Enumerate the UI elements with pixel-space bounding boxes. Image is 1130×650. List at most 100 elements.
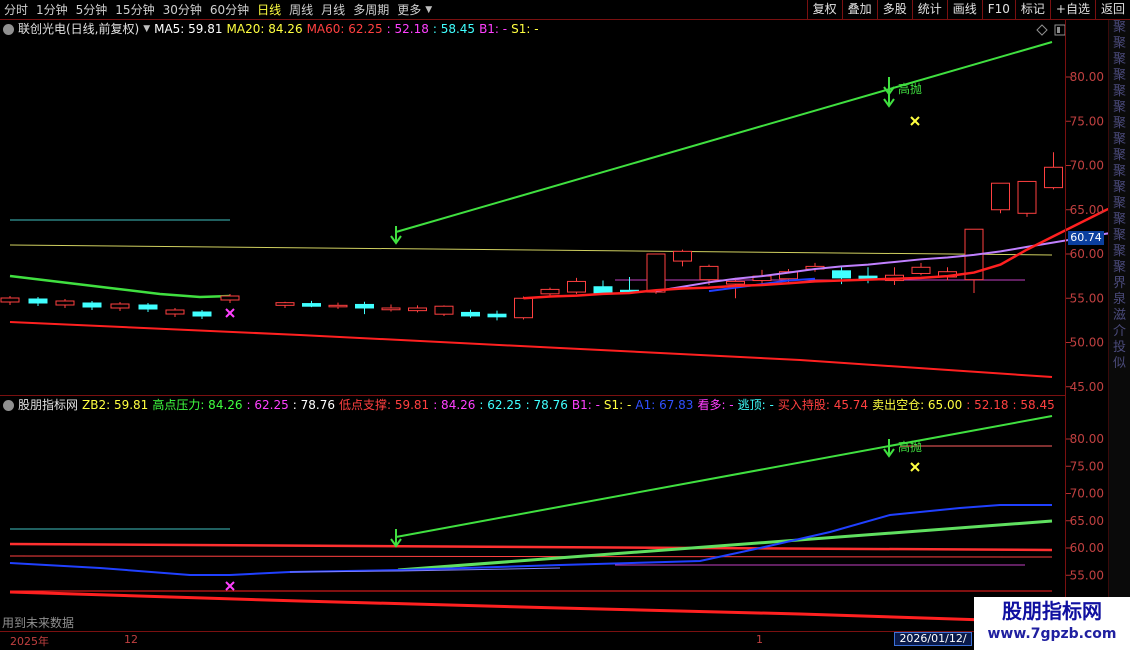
sub-y-tick-label: 65.00 <box>1070 514 1104 528</box>
candle-body <box>1044 166 1063 189</box>
ma-line-purple <box>289 567 561 573</box>
main-indicator-6: S1: - <box>511 22 539 36</box>
tab-2[interactable]: 5分钟 <box>72 0 112 20</box>
tab-3[interactable]: 15分钟 <box>111 0 158 20</box>
level-line-red <box>9 555 1053 558</box>
chevron-down-icon[interactable]: ▼ <box>143 20 150 38</box>
tool-button-2[interactable]: 多股 <box>876 0 912 20</box>
side-panel-char: 聚 <box>1112 212 1126 227</box>
sell-cross-icon <box>910 116 920 126</box>
candle-body <box>28 298 48 304</box>
sub-indicator-0: ZB2: 59.81 <box>82 398 149 412</box>
right-tools: 复权 叠加 多股 统计 画线 F10 标记 +自选 返回 <box>806 0 1130 20</box>
tab-5[interactable]: 60分钟 <box>206 0 253 20</box>
future-data-note: 用到未来数据 <box>2 616 75 630</box>
gear-icon[interactable] <box>3 399 14 411</box>
tab-10[interactable]: 更多 <box>393 0 425 20</box>
tab-8[interactable]: 月线 <box>317 0 349 20</box>
gear-icon[interactable] <box>3 23 14 35</box>
side-panel-char: 聚 <box>1112 164 1126 179</box>
sub-indicator-4: 低点支撑: 59.81 <box>338 398 430 412</box>
diamond-icon <box>1036 24 1048 36</box>
axis-divider <box>1065 20 1066 631</box>
cross-stroke <box>910 116 920 126</box>
tool-button-8[interactable]: 返回 <box>1094 0 1130 20</box>
candle-body <box>220 295 240 301</box>
tool-button-3[interactable]: 统计 <box>911 0 947 20</box>
candle-body <box>646 253 666 293</box>
candle-body <box>779 271 798 280</box>
right-side-panel[interactable]: 聚聚聚聚聚聚聚聚聚聚聚聚聚聚聚聚界泉滋介投似 <box>1108 20 1130 630</box>
cursor-date: 2026/01/12/— <box>894 632 972 650</box>
tab-6[interactable]: 日线 <box>253 0 285 20</box>
side-panel-char: 滋 <box>1112 308 1126 323</box>
sub-y-tick-label: 55.00 <box>1070 568 1104 582</box>
chevron-down-icon[interactable]: ▼ <box>425 5 432 15</box>
side-panel-char: 投 <box>1112 340 1126 355</box>
tool-button-1[interactable]: 叠加 <box>841 0 877 20</box>
tab-4[interactable]: 30分钟 <box>159 0 206 20</box>
ma-line-yellow <box>9 244 1053 256</box>
tab-1[interactable]: 1分钟 <box>32 0 72 20</box>
tab-0[interactable]: 分时 <box>0 0 32 20</box>
support-line-red <box>9 590 986 622</box>
tool-button-5[interactable]: F10 <box>981 0 1015 20</box>
down-arrow-icon <box>390 529 402 548</box>
support-line-red <box>9 321 1053 378</box>
zb-line-red <box>9 542 1053 552</box>
candle-body <box>461 311 480 317</box>
tool-button-4[interactable]: 画线 <box>946 0 982 20</box>
buy-cross-icon <box>225 581 235 591</box>
tool-button-6[interactable]: 标记 <box>1014 0 1050 20</box>
sub-indicator-14: 卖出空仓: 65.00 <box>872 398 963 412</box>
candle-body <box>1017 180 1037 214</box>
main-indicator-1: MA20: 84.26 <box>226 22 303 36</box>
side-panel-char: 聚 <box>1112 228 1126 243</box>
sub-indicator-9: S1: - <box>603 398 632 412</box>
sub-indicator-6: : 62.25 <box>479 398 522 412</box>
cross-stroke <box>910 462 920 472</box>
sub-indicator-10: A1: 67.83 <box>635 398 694 412</box>
cross-stroke <box>225 581 235 591</box>
candle-body <box>964 228 984 281</box>
side-panel-char: 界 <box>1112 276 1126 291</box>
sub-y-tick-label: 60.00 <box>1070 541 1104 555</box>
buy-cross-icon <box>225 308 235 318</box>
candle-body <box>911 266 931 274</box>
side-panel-char: 聚 <box>1112 36 1126 51</box>
candle-body <box>165 309 185 315</box>
side-panel-char: 聚 <box>1112 84 1126 99</box>
candle-body <box>567 280 586 293</box>
main-chart-title: 联创光电(日线,前复权) <box>18 22 140 36</box>
main-y-tick-label: 75.00 <box>1070 114 1104 128</box>
side-panel-char: 聚 <box>1112 68 1126 83</box>
candle-body <box>858 275 878 280</box>
tab-9[interactable]: 多周期 <box>349 0 393 20</box>
ma-line-purple <box>655 229 1130 293</box>
side-panel-char: 聚 <box>1112 52 1126 67</box>
chart-canvas[interactable]: 高抛 高抛 80.00 75.00 70.00 65.00 60.00 55.00 50.0… <box>0 0 1130 650</box>
tool-button-0[interactable]: 复权 <box>806 0 842 20</box>
candle-body <box>673 250 692 262</box>
side-panel-char: 聚 <box>1112 260 1126 275</box>
candle-body <box>832 270 851 279</box>
main-y-tick-label: 45.00 <box>1070 380 1104 394</box>
tab-7[interactable]: 周线 <box>285 0 317 20</box>
main-indicator-0: MA5: 59.81 <box>154 22 223 36</box>
sub-indicator-1: 高点压力: 84.26 <box>152 398 243 412</box>
arrow-head <box>883 448 895 458</box>
time-label-year: 2025年 <box>10 635 49 648</box>
a1-line-blue <box>9 504 1052 576</box>
sub-plot: 高抛 <box>9 415 1053 622</box>
arrow-head <box>883 86 895 96</box>
cross-stroke <box>225 308 235 318</box>
pane-divider[interactable] <box>0 395 1066 396</box>
tool-button-7[interactable]: +自选 <box>1049 0 1095 20</box>
sell-signal-label: 高抛 <box>898 81 922 96</box>
main-plot: 高抛 <box>0 41 1130 378</box>
main-y-tick-label: 60.00 <box>1070 247 1104 261</box>
candle-body <box>699 265 719 281</box>
candle-body <box>593 286 613 294</box>
square-icon <box>1054 24 1066 36</box>
sub-indicator-7: : 78.76 <box>525 398 568 412</box>
